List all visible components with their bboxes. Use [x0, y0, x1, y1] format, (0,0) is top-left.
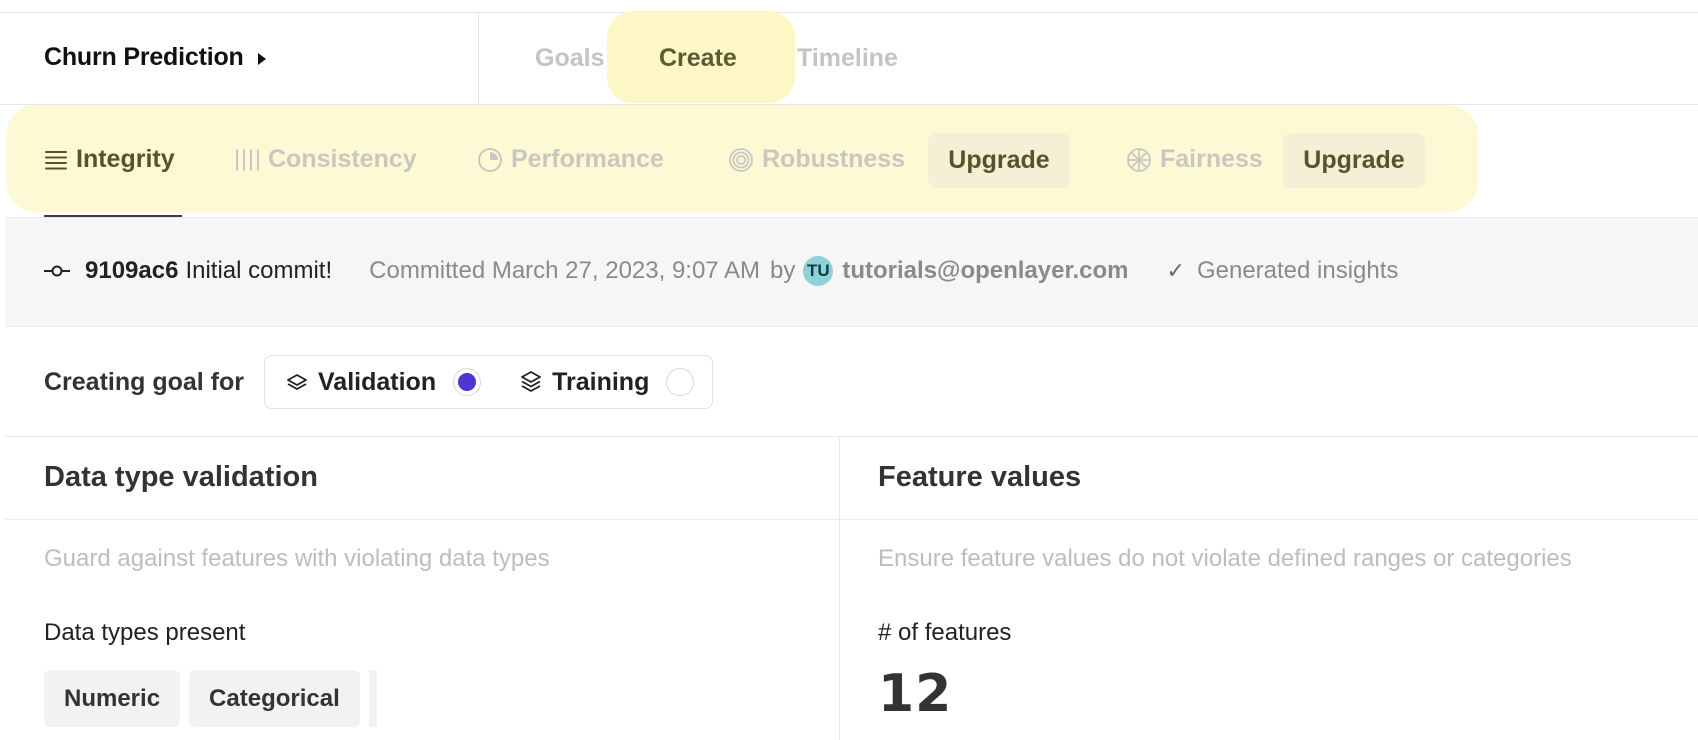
cards-header-border [5, 519, 1698, 520]
caret-right-icon [257, 52, 266, 65]
commit-message: Initial commit! [185, 257, 333, 284]
chip-categorical[interactable]: Categorical [189, 670, 360, 727]
subtab-fairness-label: Fairness [1160, 145, 1263, 173]
subtab-consistency[interactable]: Consistency [234, 145, 417, 174]
data-type-card-title: Data type validation [44, 461, 318, 493]
commit-icon [44, 265, 70, 277]
training-radio[interactable] [666, 368, 695, 396]
upgrade-robustness-button[interactable]: Upgrade [928, 133, 1070, 188]
goal-target-row: Creating goal for Validation Training [44, 355, 714, 409]
subtab-integrity[interactable]: Integrity [44, 145, 175, 174]
dataset-option-validation[interactable]: Validation [285, 367, 482, 397]
wheel-icon [1127, 147, 1151, 172]
validation-radio[interactable] [453, 368, 482, 396]
chip-numeric[interactable]: Numeric [44, 670, 181, 727]
commit-by: by [770, 257, 796, 284]
layers-icon [521, 371, 542, 392]
dataset-selector: Validation Training [264, 355, 714, 409]
layer-icon [287, 374, 307, 390]
goal-target-label: Creating goal for [44, 367, 245, 396]
feature-values-card-title: Feature values [878, 461, 1082, 493]
commit-status: Generated insights [1196, 257, 1399, 284]
subtab-integrity-label: Integrity [76, 145, 175, 173]
feature-values-card-description: Ensure feature values do not violate def… [878, 545, 1572, 572]
data-type-chips: Numeric Categorical [44, 670, 377, 727]
list-lines-icon [45, 150, 67, 169]
data-type-card-description: Guard against features with violating da… [44, 545, 550, 572]
tab-goals[interactable]: Goals [535, 44, 604, 73]
check-icon: ✓ [1166, 258, 1185, 283]
subtab-performance-label: Performance [511, 145, 664, 173]
project-title: Churn Prediction [44, 43, 244, 71]
cards-column-divider [839, 436, 840, 740]
feature-count-value: 12 [878, 664, 953, 724]
project-selector[interactable]: Churn Prediction [44, 43, 266, 72]
commit-author-email: tutorials@openlayer.com [842, 257, 1129, 284]
subtab-fairness[interactable]: Fairness [1126, 145, 1263, 174]
commit-hash[interactable]: 9109ac6 [85, 257, 178, 285]
pie-icon [478, 147, 502, 172]
commit-info: 9109ac6 Initial commit! Committed March … [43, 256, 1398, 286]
subtab-consistency-label: Consistency [268, 145, 417, 173]
feature-values-card-subheading: # of features [878, 619, 1012, 646]
dataset-option-training[interactable]: Training [519, 367, 695, 397]
commit-bar: 9109ac6 Initial commit! Committed March … [5, 217, 1698, 327]
avatar: TU [803, 256, 834, 286]
commit-date: Committed March 27, 2023, 9:07 AM [369, 257, 760, 284]
target-icon [729, 147, 753, 172]
radio-selected-dot [458, 373, 477, 391]
tab-timeline[interactable]: Timeline [797, 44, 898, 73]
tab-create[interactable]: Create [659, 44, 737, 73]
dataset-option-label: Training [552, 367, 650, 396]
chip-partial [368, 670, 377, 727]
subtab-robustness[interactable]: Robustness [728, 145, 905, 174]
cards-top-border [5, 436, 1698, 437]
dataset-option-label: Validation [318, 367, 437, 396]
bars-icon [236, 148, 259, 171]
upgrade-fairness-button[interactable]: Upgrade [1283, 133, 1425, 188]
header-divider [478, 13, 479, 105]
data-type-card-subheading: Data types present [44, 619, 246, 646]
subtab-performance[interactable]: Performance [477, 145, 664, 174]
subtab-robustness-label: Robustness [762, 145, 906, 173]
